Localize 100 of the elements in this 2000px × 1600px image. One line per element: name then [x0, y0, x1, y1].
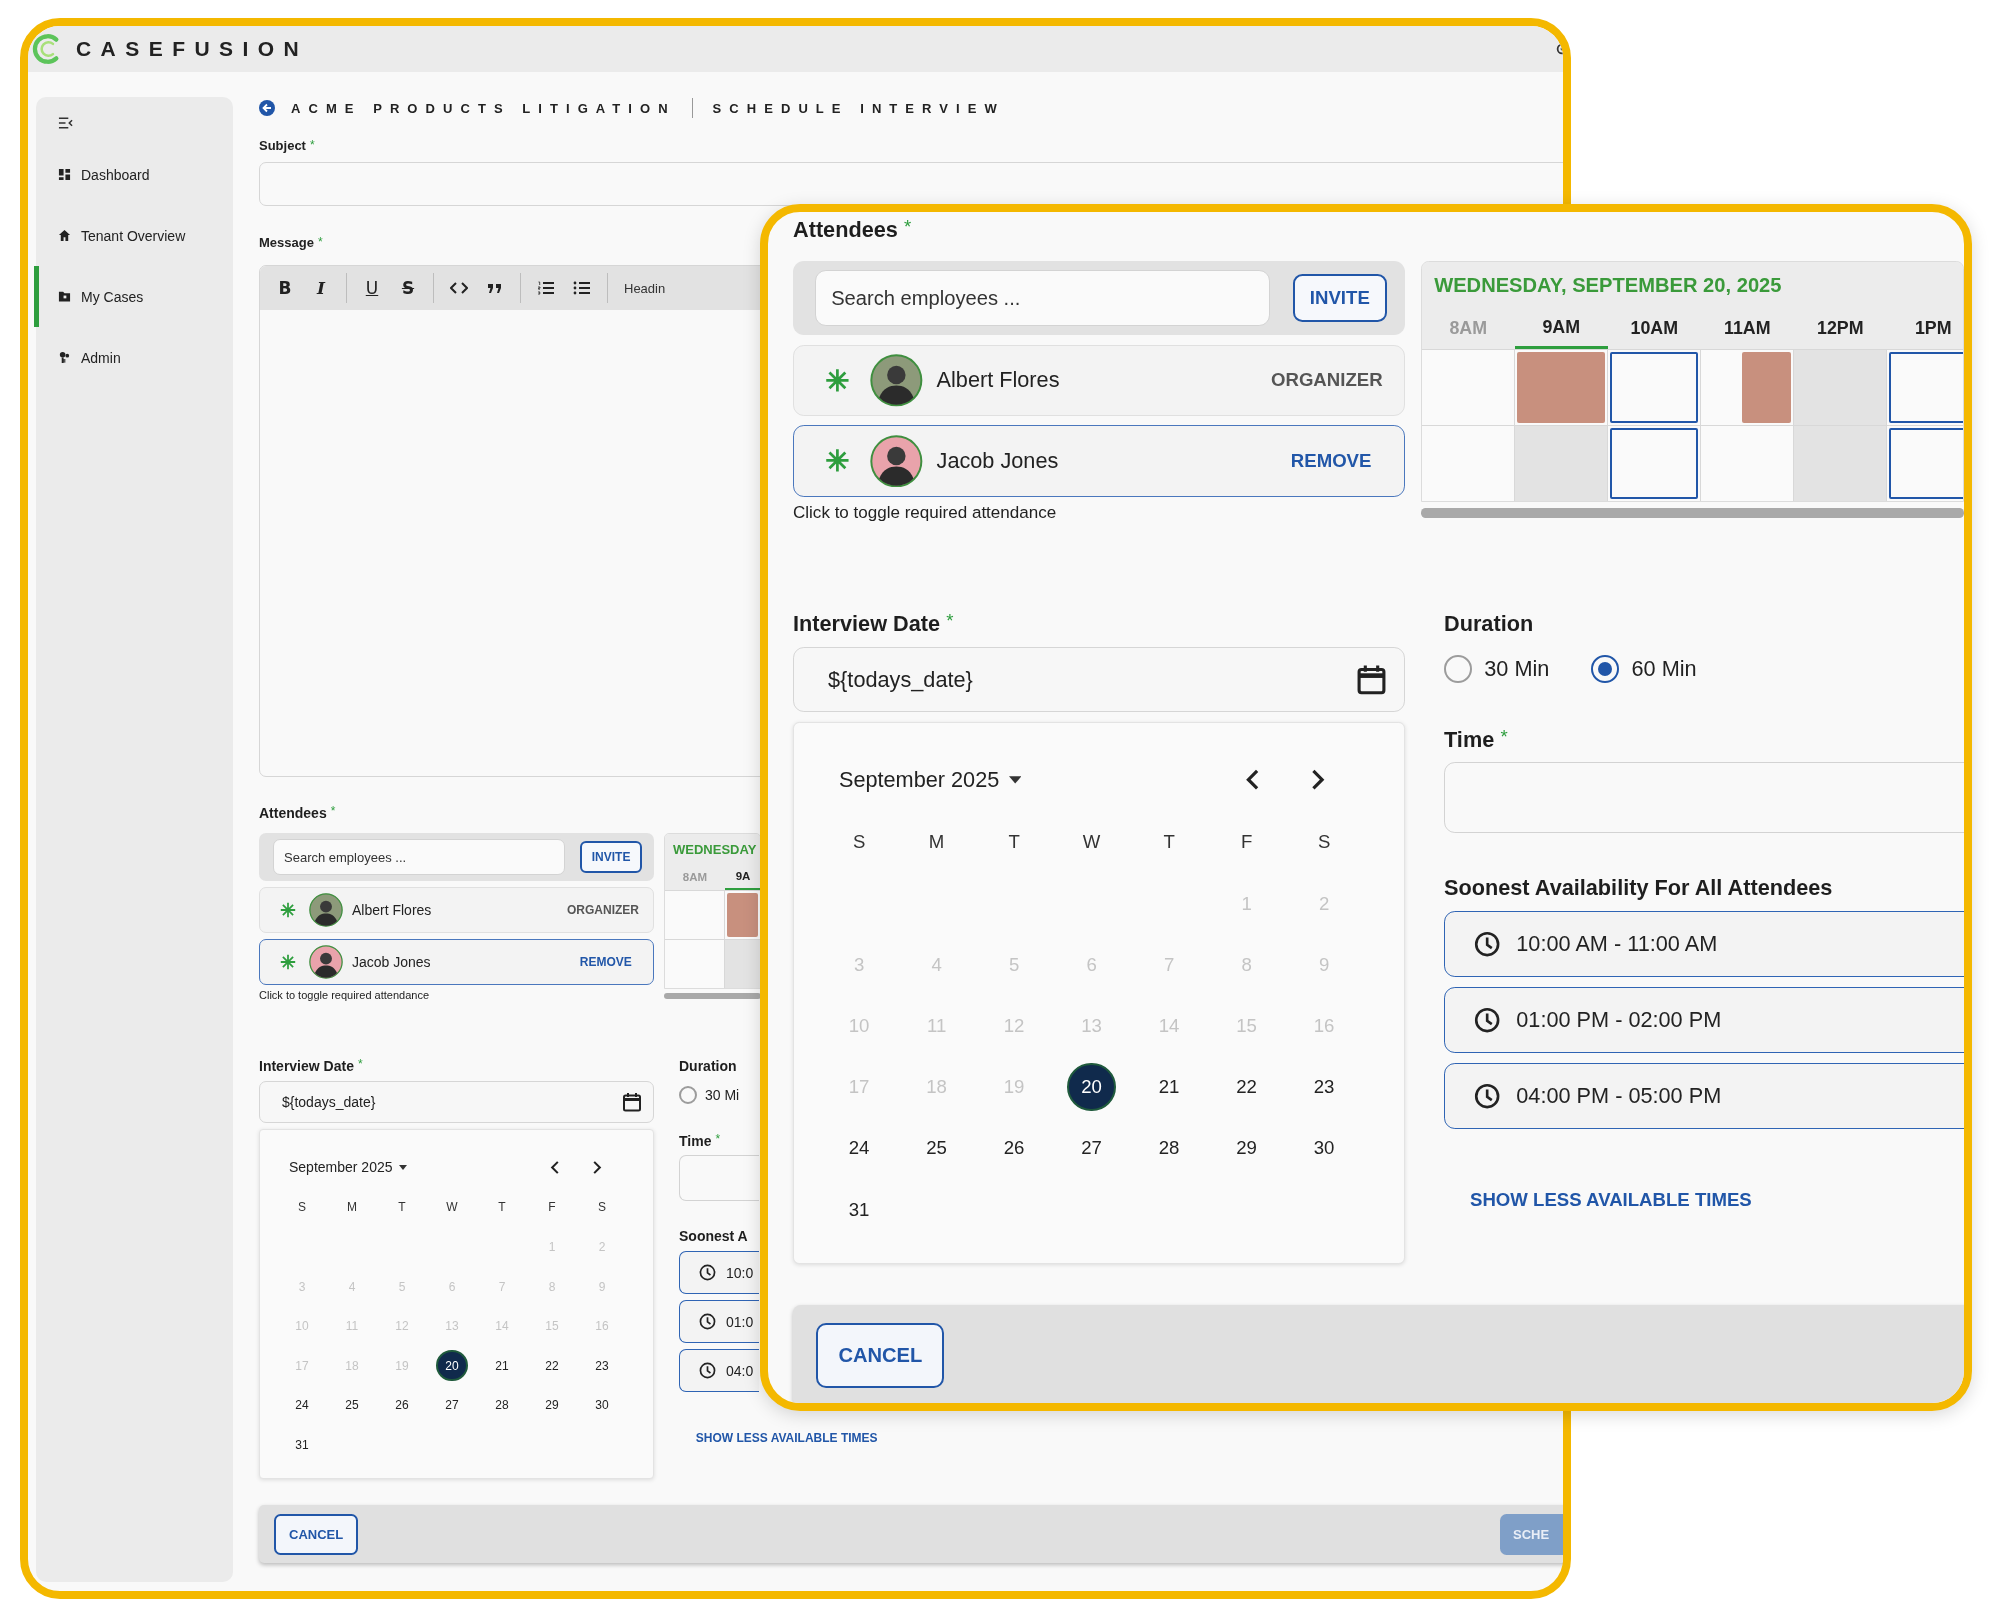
- hour-tab[interactable]: 11AM: [1700, 308, 1794, 350]
- calendar-day[interactable]: 26: [989, 1124, 1039, 1173]
- calendar-day[interactable]: 29: [536, 1389, 568, 1421]
- calendar-day[interactable]: 20: [1067, 1063, 1116, 1112]
- heading-dropdown[interactable]: Headin: [616, 271, 672, 305]
- time-slot-button[interactable]: 04:00 PM - 05:00 PM: [1444, 1062, 1964, 1130]
- calendar-day[interactable]: 21: [1144, 1063, 1194, 1112]
- month-selector[interactable]: September 2025: [838, 767, 1000, 794]
- date-field[interactable]: ${todays_date}: [259, 1081, 654, 1124]
- italic-button[interactable]: I: [304, 271, 338, 305]
- scrollbar[interactable]: [1420, 508, 1964, 518]
- calendar-day[interactable]: 22: [536, 1350, 568, 1382]
- invite-button[interactable]: INVITE: [580, 841, 642, 873]
- strikethrough-button[interactable]: S: [391, 271, 425, 305]
- calendar-day[interactable]: 24: [286, 1389, 318, 1421]
- date-field[interactable]: ${todays_date}: [793, 647, 1406, 713]
- clock-icon: [1474, 930, 1501, 958]
- calendar-icon[interactable]: [1355, 664, 1387, 696]
- sidebar-item[interactable]: Admin: [36, 327, 233, 388]
- radio-button[interactable]: [679, 1086, 697, 1105]
- calendar-day[interactable]: 24: [834, 1124, 884, 1173]
- schedule-cell[interactable]: [1421, 425, 1515, 502]
- attendee-row[interactable]: Jacob Jones REMOVE: [259, 939, 654, 985]
- calendar-day[interactable]: 28: [486, 1389, 518, 1421]
- attendee-row[interactable]: Albert Flores ORGANIZER: [793, 344, 1406, 416]
- calendar-day[interactable]: 25: [912, 1124, 961, 1173]
- scrollbar[interactable]: [664, 993, 761, 1000]
- schedule-cell[interactable]: [725, 890, 760, 940]
- hint-text: Click to toggle required attendance: [259, 989, 430, 1002]
- radio-button[interactable]: [1444, 655, 1472, 683]
- calendar-day[interactable]: 28: [1144, 1124, 1194, 1173]
- sidebar-item[interactable]: My Cases: [36, 266, 233, 327]
- calendar-day[interactable]: 23: [1299, 1063, 1349, 1112]
- calendar-day[interactable]: 23: [586, 1350, 618, 1382]
- field-label: Subject: [259, 138, 306, 153]
- time-field[interactable]: [679, 1155, 759, 1202]
- time-slot-button[interactable]: 10:0: [679, 1251, 759, 1295]
- show-less-link[interactable]: SHOW LESS AVAILABLE TIMES: [695, 1430, 878, 1445]
- radio-label: 60 Min: [1631, 656, 1697, 682]
- calendar-day[interactable]: 27: [436, 1389, 468, 1421]
- search-field[interactable]: Search employees ...: [814, 270, 1270, 327]
- previous-month-icon[interactable]: [550, 1159, 560, 1175]
- schedule-cell[interactable]: [1421, 349, 1515, 426]
- next-month-icon[interactable]: [592, 1159, 602, 1175]
- calendar-day[interactable]: 26: [386, 1389, 418, 1421]
- underline-button[interactable]: U: [355, 271, 389, 305]
- asterisk-icon[interactable]: [825, 448, 850, 474]
- calendar-day[interactable]: 31: [286, 1429, 318, 1461]
- attendee-row[interactable]: Jacob Jones REMOVE: [793, 425, 1406, 497]
- calendar-day[interactable]: 20: [436, 1350, 468, 1382]
- invite-button[interactable]: INVITE: [1293, 273, 1387, 323]
- remove-button[interactable]: REMOVE: [579, 955, 632, 969]
- calendar-day[interactable]: 27: [1067, 1124, 1116, 1173]
- previous-month-icon[interactable]: [1244, 768, 1261, 792]
- calendar-day[interactable]: 30: [586, 1389, 618, 1421]
- time-slot-button[interactable]: 01:0: [679, 1300, 759, 1344]
- asterisk-icon[interactable]: [825, 367, 850, 393]
- time-field[interactable]: [1444, 762, 1964, 834]
- field-label: Attendees: [259, 805, 327, 821]
- remove-button[interactable]: REMOVE: [1290, 449, 1372, 472]
- caret-icon[interactable]: [398, 1164, 407, 1170]
- calendar-day[interactable]: 25: [336, 1389, 368, 1421]
- asterisk-icon[interactable]: [280, 954, 296, 970]
- radio-button[interactable]: [1591, 655, 1620, 683]
- time-slot-button[interactable]: 10:00 AM - 11:00 AM: [1444, 910, 1964, 978]
- hour-tab[interactable]: 1PM: [1886, 308, 1963, 350]
- clock-icon: [1474, 1006, 1501, 1034]
- asterisk-icon[interactable]: [280, 902, 296, 918]
- show-less-link[interactable]: SHOW LESS AVAILABLE TIMES: [1470, 1188, 1752, 1211]
- attendee-row[interactable]: Albert Flores ORGANIZER: [259, 887, 654, 933]
- calendar-day[interactable]: 31: [834, 1185, 884, 1234]
- sidebar-item[interactable]: Tenant Overview: [36, 205, 233, 266]
- subject-field[interactable]: [259, 162, 1563, 206]
- hour-tab[interactable]: 10AM: [1607, 308, 1701, 350]
- calendar-icon[interactable]: [622, 1092, 642, 1113]
- search-field[interactable]: Search employees ...: [273, 839, 566, 875]
- cancel-button[interactable]: CANCEL: [816, 1323, 945, 1388]
- role-label: ORGANIZER: [1271, 369, 1383, 392]
- time-slot-button[interactable]: 04:0: [679, 1349, 759, 1393]
- cancel-button[interactable]: CANCEL: [274, 1513, 359, 1556]
- menu-icon[interactable]: [58, 117, 73, 129]
- clock-icon: [699, 1313, 716, 1331]
- bold-button[interactable]: B: [268, 271, 302, 305]
- sidebar-item[interactable]: Dashboard: [36, 144, 233, 205]
- field-label: Message: [259, 235, 314, 250]
- schedule-cell[interactable]: [665, 890, 725, 940]
- schedule-cell[interactable]: [665, 939, 725, 989]
- time-slot-button[interactable]: 01:00 PM - 02:00 PM: [1444, 986, 1964, 1054]
- calendar-day[interactable]: 30: [1299, 1124, 1349, 1173]
- calendar-day[interactable]: 21: [486, 1350, 518, 1382]
- admin-icon: [58, 351, 71, 364]
- hour-tab[interactable]: 12PM: [1793, 308, 1887, 350]
- month-selector[interactable]: September 2025: [289, 1159, 393, 1176]
- schedule-cell[interactable]: [1700, 349, 1794, 426]
- calendar-day[interactable]: 29: [1222, 1124, 1271, 1173]
- clock-icon: [699, 1264, 716, 1282]
- schedule-cell[interactable]: [1700, 425, 1794, 502]
- required-mark: *: [904, 216, 912, 238]
- calendar-day[interactable]: 22: [1222, 1063, 1271, 1112]
- back-icon[interactable]: [259, 100, 275, 116]
